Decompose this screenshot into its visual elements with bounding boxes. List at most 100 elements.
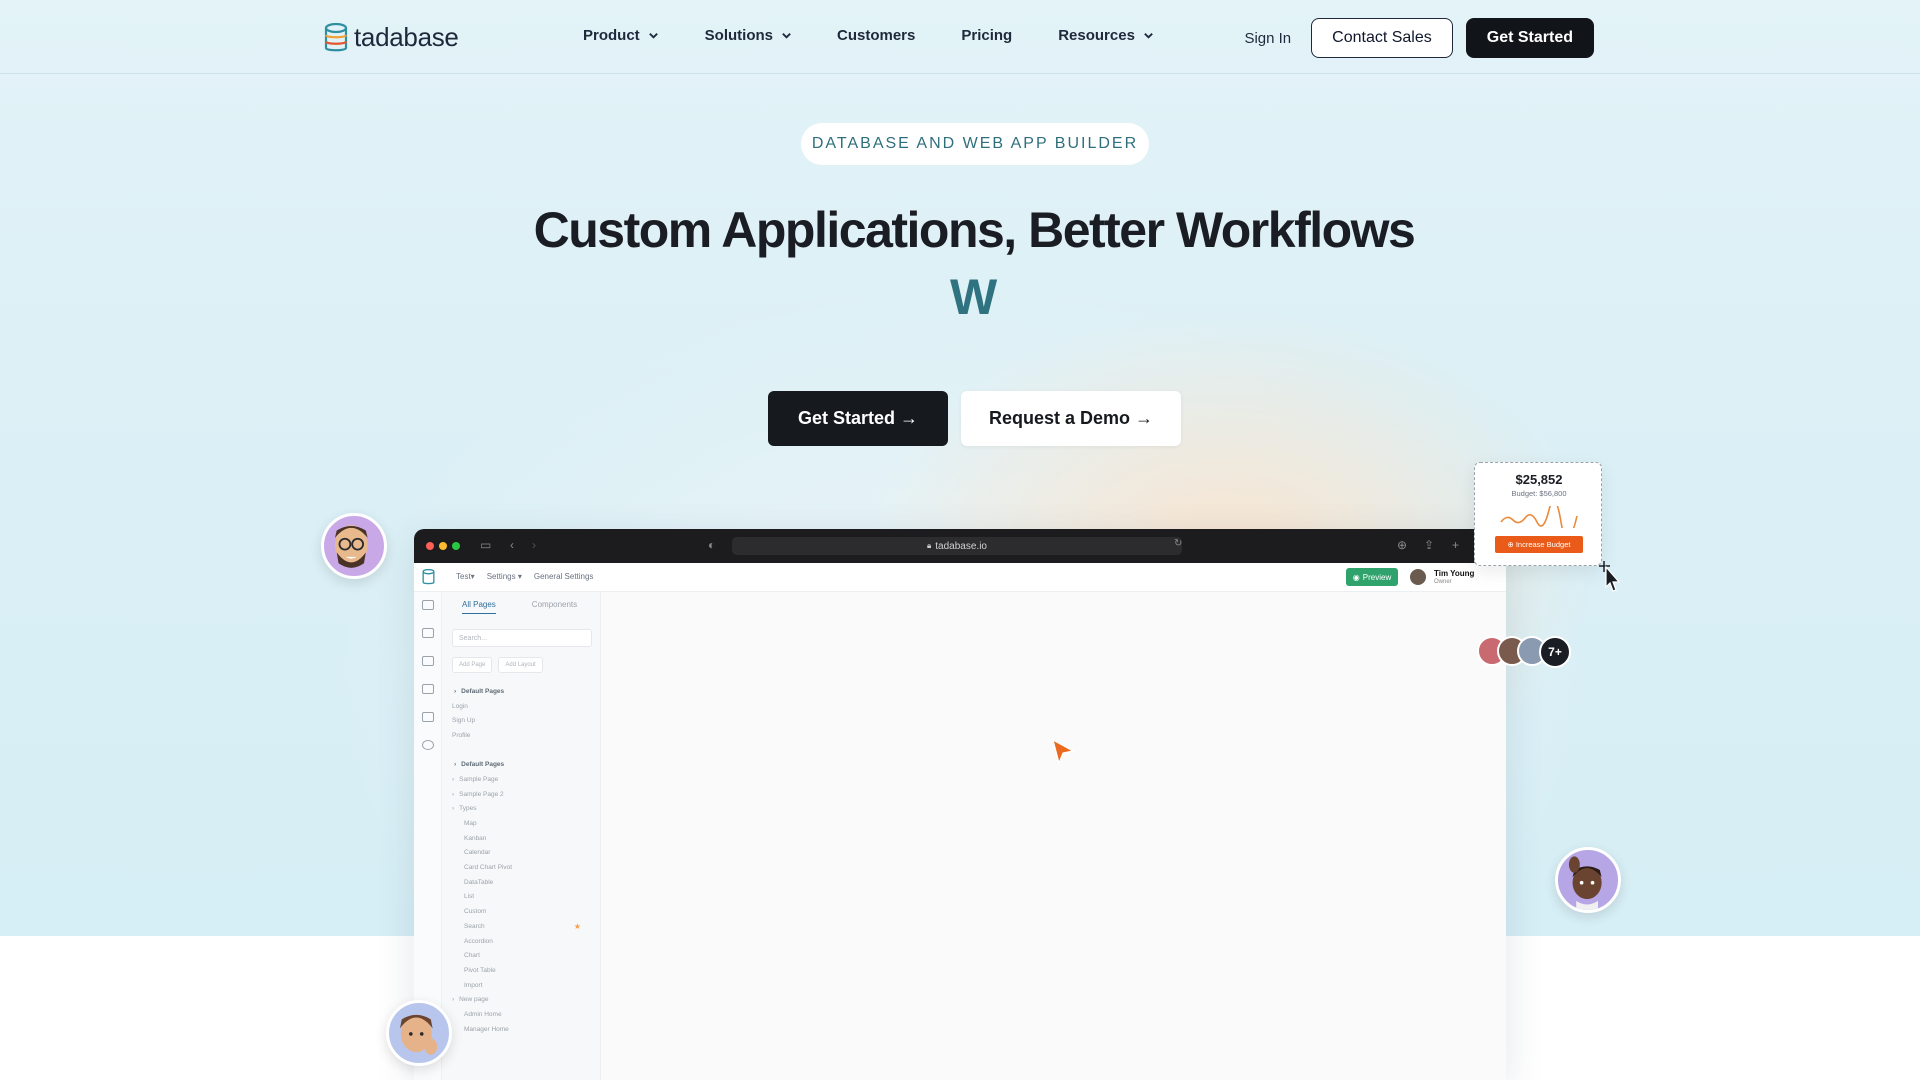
budget-card: $25,852 Budget: $56,800 ⊕ Increase Budge… [1474,462,1602,566]
pages-panel: All Pages Components Search... Add Page … [442,592,601,1080]
list-item-label: List [464,893,475,901]
chevron-down-icon [648,33,658,39]
tab-all-pages[interactable]: All Pages [462,600,496,614]
tab-components[interactable]: Components [532,600,577,614]
typed-text: W [950,269,998,325]
logo[interactable]: tadabase [324,22,459,53]
automation-icon[interactable] [422,712,434,722]
list-item-label: Login [452,702,468,710]
memoji-man-glasses-icon [334,525,368,568]
avatar [1555,847,1621,913]
hero-headline: Custom Applications, Better Workflows [533,202,1416,258]
browser-chrome: ▭ ‹ › ◐ 🔒︎ tadabase.io ↻ ⊕ ⇪ + [414,529,1506,563]
list-item-label: Calendar [464,849,491,857]
get-started-nav-button[interactable]: Get Started [1465,18,1594,58]
list-item-label: Chart [464,952,480,960]
list-item[interactable]: Calendar [442,846,601,861]
list-item-label: Accordion [464,937,493,945]
database-logo-icon [324,22,348,51]
caret-icon: › [452,805,455,813]
theme-icon[interactable] [422,684,434,694]
nav-customers[interactable]: Customers [837,27,915,44]
list-item-label: DataTable [464,878,494,886]
main-menu: Product Solutions Customers Pricing Reso… [583,27,1154,44]
list-item[interactable]: Card Chart Pivot [442,860,601,875]
page-list: › Default Pages Login Sign Up Profile › Defaul… [442,684,601,1037]
list-item-label: Default Pages [461,761,505,769]
list-item[interactable]: Search ★ [442,919,601,934]
preview-button[interactable]: ◉ Preview [1346,568,1398,586]
page-group-header[interactable]: › Default Pages [442,684,601,699]
star-icon[interactable]: ★ [574,922,581,931]
docs-icon[interactable] [422,656,434,666]
page-canvas[interactable] [601,592,1506,1080]
avatar[interactable] [1410,569,1426,585]
list-item[interactable]: Accordion [442,934,601,949]
list-item[interactable]: Custom [442,904,601,919]
gear-icon[interactable] [422,740,434,750]
list-item[interactable]: Chart [442,948,601,963]
share-icon: ⇪ [1424,538,1435,552]
preview-label: Preview [1362,572,1392,582]
add-page-button[interactable]: Add Page [452,657,493,673]
caret-icon: › [454,761,457,769]
sign-in-link[interactable]: Sign In [1244,30,1291,47]
memoji-waving-icon [1568,856,1602,910]
close-dot-icon [426,542,434,550]
list-item-label: Manager Home [464,1025,509,1033]
pages-icon[interactable] [422,600,434,610]
user-name: Tim Young [1434,569,1475,578]
nav-product[interactable]: Product [583,27,659,44]
nav-product-label: Product [583,27,640,44]
list-item[interactable]: › Sample Page [442,772,601,787]
mouse-pointer-icon [1599,561,1621,592]
nav-solutions[interactable]: Solutions [705,27,792,44]
nav-resources-label: Resources [1058,27,1135,44]
nav-resources[interactable]: Resources [1058,27,1154,44]
shield-icon: ◐ [708,538,716,552]
list-item[interactable]: DataTable [442,875,601,890]
list-item[interactable]: Admin Home [442,1007,601,1022]
add-layout-button[interactable]: Add Layout [498,657,543,673]
nav-actions: Sign In Contact Sales Get Started [1244,18,1594,58]
sparkline-icon [1500,506,1578,528]
chevron-down-icon [1144,33,1153,39]
increase-budget-button[interactable]: ⊕ Increase Budget [1495,536,1583,553]
list-item[interactable]: › Types [442,802,601,817]
breadcrumb-item[interactable]: General Settings [534,572,594,581]
list-item[interactable]: Import [442,978,601,993]
nav-pricing[interactable]: Pricing [961,27,1012,44]
data-icon[interactable] [422,628,434,638]
forward-icon: › [532,538,536,552]
breadcrumb-item[interactable]: Test▾ [456,572,475,581]
list-item[interactable]: Sign Up [442,713,601,728]
breadcrumb: Test▾ Settings ▾ General Settings [456,572,593,581]
list-item-label: Default Pages [461,687,505,695]
list-item[interactable]: Login [442,699,601,714]
list-item-label: Profile [452,731,471,739]
avatar [386,1000,452,1066]
chevron-down-icon [782,33,791,39]
list-item[interactable]: Kanban [442,831,601,846]
avatar [321,513,387,579]
get-started-button[interactable]: Get Started → [768,391,948,446]
list-item-label: Card Chart Pivot [464,864,513,872]
caret-icon: › [452,790,455,798]
list-item[interactable]: Pivot Table [442,963,601,978]
increase-budget-label: Increase Budget [1515,540,1571,549]
url-text: tadabase.io [935,540,987,552]
hero-cta-group: Get Started → Request a Demo → [768,391,1181,446]
request-demo-button[interactable]: Request a Demo → [961,391,1181,446]
list-item[interactable]: Profile [442,728,601,743]
list-item[interactable]: Map [442,816,601,831]
user-role: Owner [1434,579,1452,585]
list-item[interactable]: › Sample Page 2 [442,787,601,802]
page-group-header[interactable]: › Default Pages [442,757,601,772]
breadcrumb-item[interactable]: Settings ▾ [487,572,522,581]
contact-sales-button[interactable]: Contact Sales [1311,18,1453,58]
search-input[interactable]: Search... [452,629,592,647]
list-item[interactable]: List [442,890,601,905]
list-item[interactable]: › New page [442,992,601,1007]
list-item[interactable]: Manager Home [442,1022,601,1037]
caret-icon: › [454,687,457,695]
